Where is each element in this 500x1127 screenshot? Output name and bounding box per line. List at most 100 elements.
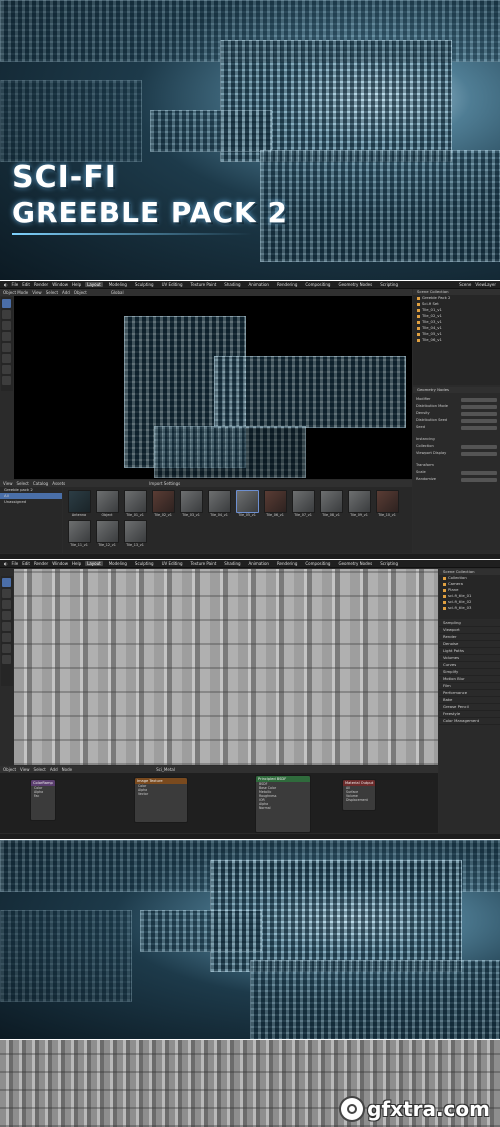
asset-thumbnail[interactable]: [180, 490, 203, 513]
catalog-item-unassigned[interactable]: Unassigned: [0, 499, 62, 505]
workspace-tab-geometry-nodes[interactable]: Geometry Nodes: [336, 282, 374, 287]
menu-edit[interactable]: Edit: [22, 282, 30, 287]
asset-thumbnail[interactable]: [208, 490, 231, 513]
asset-select-menu[interactable]: Select: [17, 481, 29, 486]
render-prop-section[interactable]: Light Paths: [439, 648, 500, 655]
workspace-tab-texture-paint[interactable]: Texture Paint: [188, 561, 218, 566]
render-prop-section[interactable]: Sampling: [439, 620, 500, 627]
outliner-row[interactable]: sci-fi_tile_03: [439, 605, 500, 611]
workspace-tab-compositing[interactable]: Compositing: [303, 561, 332, 566]
asset-thumbnail[interactable]: [96, 490, 119, 513]
render-prop-section[interactable]: Denoise: [439, 641, 500, 648]
asset-tile[interactable]: Tile_04_v1: [207, 490, 231, 518]
render-prop-section[interactable]: Viewport: [439, 627, 500, 634]
asset-thumbnail[interactable]: [264, 490, 287, 513]
menu-file[interactable]: File: [12, 282, 19, 287]
prop-scale[interactable]: Scale: [416, 470, 497, 475]
node-socket[interactable]: Displacement: [343, 798, 375, 802]
select-tool-icon[interactable]: [2, 578, 11, 587]
scale-tool-icon[interactable]: [2, 622, 11, 631]
3d-viewport[interactable]: [14, 296, 412, 479]
asset-thumbnail[interactable]: [68, 490, 91, 513]
workspace-tab-geometry-nodes[interactable]: Geometry Nodes: [336, 561, 374, 566]
workspace-tab-shading[interactable]: Shading: [222, 282, 242, 287]
view-layer-selector[interactable]: ViewLayer: [475, 282, 500, 287]
workspace-tab-rendering[interactable]: Rendering: [275, 561, 299, 566]
asset-tile[interactable]: Tile_10_v1: [375, 490, 399, 518]
asset-view-menu[interactable]: View: [3, 481, 13, 486]
orientation-dropdown[interactable]: Global: [111, 290, 124, 295]
cursor-tool-icon[interactable]: [2, 310, 11, 319]
node-view-menu[interactable]: View: [20, 767, 30, 772]
menu-edit[interactable]: Edit: [22, 561, 30, 566]
workspace-tab-compositing[interactable]: Compositing: [303, 282, 332, 287]
workspace-tab-layout[interactable]: Layout: [85, 561, 103, 566]
3d-viewport-clay[interactable]: [14, 569, 438, 765]
asset-thumbnail[interactable]: [152, 490, 175, 513]
render-prop-section[interactable]: Freestyle: [439, 711, 500, 718]
prop-density[interactable]: Density: [416, 411, 497, 416]
render-prop-section[interactable]: Render: [439, 634, 500, 641]
render-prop-section[interactable]: Grease Pencil: [439, 704, 500, 711]
annotate-tool-icon[interactable]: [2, 365, 11, 374]
workspace-tab-animation[interactable]: Animation: [247, 282, 271, 287]
prop-field[interactable]: [460, 451, 497, 456]
asset-thumbnail[interactable]: [124, 490, 147, 513]
asset-thumbnail[interactable]: [236, 490, 259, 513]
prop-field[interactable]: [460, 397, 497, 402]
asset-tile[interactable]: Tile_02_v1: [151, 490, 175, 518]
workspace-tab-modeling[interactable]: Modeling: [107, 282, 129, 287]
workspace-tab-animation[interactable]: Animation: [247, 561, 271, 566]
node-editor[interactable]: ColorRamp Color Alpha Fac Image Texture …: [0, 773, 438, 833]
menu-render[interactable]: Render: [34, 282, 48, 287]
render-prop-section[interactable]: Motion Blur: [439, 676, 500, 683]
prop-viewport-display[interactable]: Viewport Display: [416, 451, 497, 456]
prop-seed[interactable]: Seed: [416, 425, 497, 430]
asset-tile[interactable]: Tile_01_v1: [123, 490, 147, 518]
asset-thumbnail[interactable]: [96, 520, 119, 543]
node-principled-bsdf[interactable]: Principled BSDF BSDF Base Color Metallic…: [255, 775, 311, 833]
view-menu[interactable]: View: [32, 290, 42, 295]
workspace-tab-uv-editing[interactable]: UV Editing: [160, 561, 185, 566]
menu-window[interactable]: Window: [52, 561, 68, 566]
menu-window[interactable]: Window: [52, 282, 68, 287]
asset-tile[interactable]: Tile_05_v1: [235, 490, 259, 518]
workspace-tab-texture-paint[interactable]: Texture Paint: [188, 282, 218, 287]
asset-thumbnail[interactable]: [124, 520, 147, 543]
move-tool-icon[interactable]: [2, 321, 11, 330]
asset-tile[interactable]: Tile_11_v1: [67, 520, 91, 548]
render-prop-section[interactable]: Color Management: [439, 718, 500, 725]
asset-tile[interactable]: Tile_06_v1: [263, 490, 287, 518]
menu-help[interactable]: Help: [72, 561, 81, 566]
prop-field[interactable]: [460, 404, 497, 409]
asset-tile[interactable]: Tile_12_v1: [95, 520, 119, 548]
prop-field[interactable]: [460, 425, 497, 430]
workspace-tab-layout[interactable]: Layout: [85, 282, 103, 287]
prop-field[interactable]: [460, 470, 497, 475]
rotate-tool-icon[interactable]: [2, 332, 11, 341]
node-add-menu[interactable]: Add: [50, 767, 58, 772]
asset-thumbnail[interactable]: [376, 490, 399, 513]
import-settings-button[interactable]: Import Settings: [149, 481, 180, 486]
workspace-tab-shading[interactable]: Shading: [222, 561, 242, 566]
prop-randomize[interactable]: Randomize: [416, 477, 497, 482]
prop-instancing[interactable]: Instancing: [416, 437, 497, 442]
prop-transform[interactable]: Transform: [416, 463, 497, 468]
render-prop-section[interactable]: Simplify: [439, 669, 500, 676]
move-tool-icon[interactable]: [2, 600, 11, 609]
asset-tile[interactable]: Tile_09_v1: [347, 490, 371, 518]
object-menu[interactable]: Object: [74, 290, 87, 295]
render-prop-section[interactable]: Volumes: [439, 655, 500, 662]
node-color-ramp[interactable]: ColorRamp Color Alpha Fac: [30, 779, 56, 821]
node-socket[interactable]: Normal: [256, 806, 310, 810]
workspace-tab-scripting[interactable]: Scripting: [378, 561, 400, 566]
prop-field[interactable]: [460, 444, 497, 449]
render-prop-section[interactable]: Performance: [439, 690, 500, 697]
blender-logo-icon[interactable]: ◐: [4, 561, 8, 566]
measure-tool-icon[interactable]: [2, 655, 11, 664]
menu-render[interactable]: Render: [34, 561, 48, 566]
measure-tool-icon[interactable]: [2, 376, 11, 385]
menu-help[interactable]: Help: [72, 282, 81, 287]
node-node-menu[interactable]: Node: [62, 767, 72, 772]
workspace-tab-sculpting[interactable]: Sculpting: [133, 561, 156, 566]
